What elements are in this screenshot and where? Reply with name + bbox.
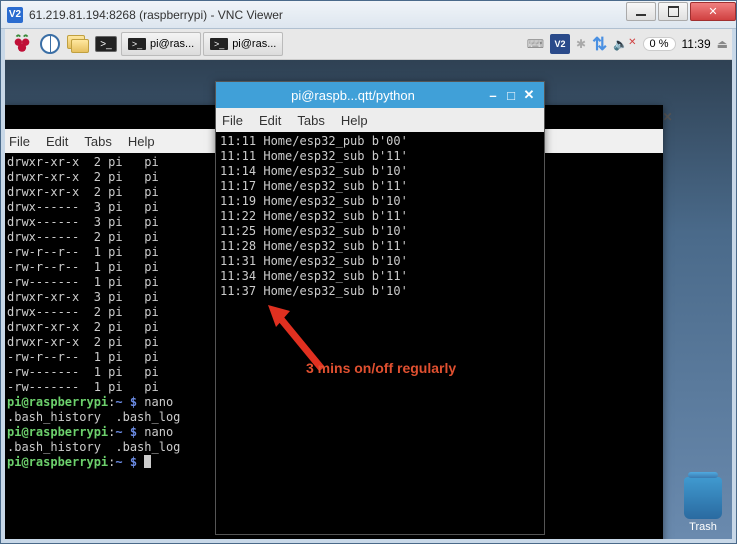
window-title: 61.219.81.194:8268 (raspberrypi) - VNC V… [29, 8, 624, 22]
task-label: pi@ras... [150, 38, 194, 50]
clock[interactable]: 11:39 [682, 37, 711, 51]
taskbar: >_ pi@ras... >_ pi@ras... ⌨ V2 ✱ ⇅ 🔈✕ 0 … [5, 29, 732, 60]
vnc-window: V2 61.219.81.194:8268 (raspberrypi) - VN… [0, 0, 737, 544]
menu-help[interactable]: Help [341, 113, 368, 128]
maximize-button[interactable] [658, 2, 688, 21]
keyboard-icon[interactable]: ⌨ [527, 37, 544, 51]
menu-tabs[interactable]: Tabs [84, 134, 111, 149]
remote-desktop: >_ pi@ras... >_ pi@ras... ⌨ V2 ✱ ⇅ 🔈✕ 0 … [5, 29, 732, 539]
task-label: pi@ras... [232, 38, 276, 50]
raspberry-menu-icon[interactable] [9, 32, 35, 56]
front-terminal-menu: File Edit Tabs Help [216, 108, 544, 132]
window-titlebar[interactable]: V2 61.219.81.194:8268 (raspberrypi) - VN… [1, 1, 736, 29]
taskbar-task-2[interactable]: >_ pi@ras... [203, 32, 283, 56]
minimize-button[interactable] [626, 2, 656, 21]
file-manager-icon[interactable] [65, 32, 91, 56]
window-controls: ✕ [624, 1, 736, 28]
menu-tabs[interactable]: Tabs [297, 113, 324, 128]
bluetooth-icon[interactable]: ✱ [576, 37, 586, 51]
browser-icon[interactable] [37, 32, 63, 56]
terminal-mini-icon: >_ [210, 38, 228, 50]
cpu-percent[interactable]: 0 % [643, 37, 676, 51]
taskbar-task-1[interactable]: >_ pi@ras... [121, 32, 201, 56]
front-close-button[interactable]: ✕ [520, 87, 538, 103]
vnc-icon: V2 [7, 7, 23, 23]
close-button[interactable]: ✕ [690, 2, 736, 21]
menu-help[interactable]: Help [128, 134, 155, 149]
front-maximize-button[interactable]: □ [502, 87, 520, 103]
sound-icon[interactable]: 🔈✕ [613, 37, 636, 51]
foreground-terminal[interactable]: pi@raspb...qtt/python – □ ✕ File Edit Ta… [215, 81, 545, 535]
system-tray: ⌨ V2 ✱ ⇅ 🔈✕ 0 % 11:39 ⏏ [527, 34, 728, 55]
terminal-mini-icon: >_ [128, 38, 146, 50]
menu-file[interactable]: File [222, 113, 243, 128]
network-icon[interactable]: ⇅ [592, 34, 607, 55]
eject-icon[interactable]: ⏏ [717, 37, 728, 51]
front-terminal-title: pi@raspb...qtt/python [222, 88, 484, 103]
front-minimize-button[interactable]: – [484, 87, 502, 103]
vnc-tray-icon[interactable]: V2 [550, 34, 570, 54]
trash-desktop-icon[interactable]: Trash [684, 477, 722, 533]
trash-icon [684, 477, 722, 519]
menu-edit[interactable]: Edit [46, 134, 68, 149]
front-terminal-body[interactable]: 11:11 Home/esp32_pub b'00' 11:11 Home/es… [216, 132, 544, 301]
menu-edit[interactable]: Edit [259, 113, 281, 128]
front-terminal-titlebar[interactable]: pi@raspb...qtt/python – □ ✕ [216, 82, 544, 108]
trash-label: Trash [684, 521, 722, 533]
terminal-launcher-icon[interactable] [93, 32, 119, 56]
menu-file[interactable]: File [9, 134, 30, 149]
